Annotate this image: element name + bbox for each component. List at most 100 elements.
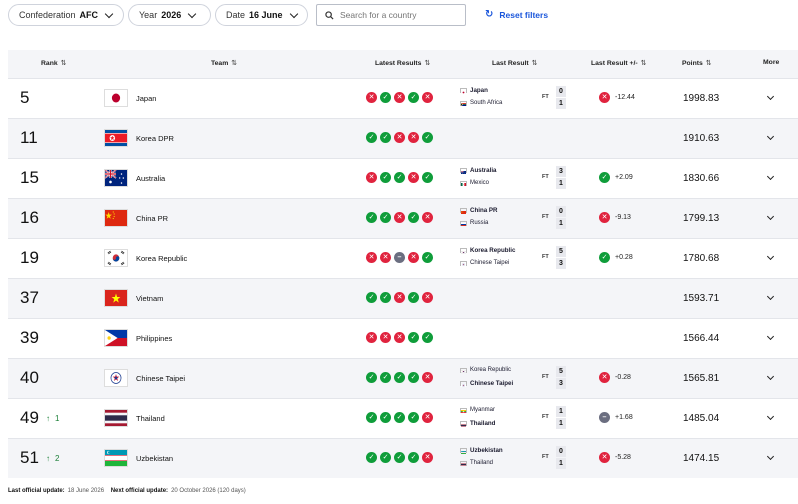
team-name[interactable]: Thailand — [136, 414, 165, 423]
expand-chevron-icon[interactable] — [766, 212, 775, 221]
thailand-flag-icon — [104, 409, 128, 427]
table-row[interactable]: 16 China PR ✓ ✓ ✕ ✓ ✕ China PR Russia FT 0 1 ✕ -9.13 1… — [8, 198, 798, 238]
win-icon: ✓ — [422, 252, 433, 263]
loss-icon: ✕ — [422, 412, 433, 423]
home-score: 0 — [556, 446, 566, 457]
team-label: Thailand — [470, 460, 494, 466]
table-row[interactable]: 15 Australia ✕ ✓ ✓ ✕ ✓ Australia Mexico FT 3 1 ✓ +2.0… — [8, 158, 798, 198]
away-score: 3 — [556, 378, 566, 389]
loss-icon: ✕ — [599, 212, 610, 223]
last-result[interactable]: Korea Republic Chinese Taipei FT 5 3 — [460, 366, 570, 392]
uzbekistan-flag-icon — [460, 448, 467, 454]
expand-chevron-icon[interactable] — [766, 412, 775, 421]
rank-header-label: Rank — [41, 60, 58, 67]
confederation-dropdown[interactable]: Confederation AFC — [8, 4, 124, 26]
team-label: Myanmar — [470, 407, 496, 413]
team-name[interactable]: Vietnam — [136, 294, 163, 303]
expand-chevron-icon[interactable] — [766, 172, 775, 181]
last-result-change-column-header[interactable]: Last Result +/- ⇅ — [591, 59, 647, 67]
table-row[interactable]: 5 Japan ✕ ✓ ✕ ✓ ✕ Japan South Africa FT 0 1 ✕ -12.44 1… — [8, 78, 798, 118]
win-icon: ✓ — [380, 92, 391, 103]
team-name[interactable]: Chinese Taipei — [136, 374, 185, 383]
loss-icon: ✕ — [422, 452, 433, 463]
points-change: ✓ +0.28 — [599, 252, 633, 263]
full-time-label: FT — [542, 254, 549, 260]
win-icon: ✓ — [366, 292, 377, 303]
away-team: Chinese Taipei — [460, 380, 513, 387]
points-value: 1593.71 — [683, 293, 720, 304]
table-row[interactable]: 49 ↑ 1 Thailand ✓ ✓ ✓ ✓ ✕ Myanmar Thailand FT 1 1– +1.… — [8, 398, 798, 438]
team-name[interactable]: Uzbekistan — [136, 454, 173, 463]
team-column-header[interactable]: Team ⇅ — [211, 59, 237, 67]
team-name[interactable]: China PR — [136, 214, 168, 223]
win-icon: ✓ — [366, 412, 377, 423]
team-name[interactable]: Japan — [136, 94, 156, 103]
table-row[interactable]: 11 Korea DPR ✓ ✓ ✕ ✕ ✓ 1910.63 — [8, 118, 798, 158]
table-row[interactable]: 19 Korea Republic ✕ ✕ – ✕ ✓ Korea Republic Chine… — [8, 238, 798, 278]
last-result[interactable]: Japan South Africa FT 0 1 — [460, 86, 570, 112]
expand-chevron-icon[interactable] — [766, 292, 775, 301]
table-row[interactable]: 37 Vietnam ✓ ✓ ✕ ✓ ✕ 1593.71 — [8, 278, 798, 318]
away-team: Thailand — [460, 460, 493, 466]
win-icon: ✓ — [380, 452, 391, 463]
next-update-value: 20 October 2026 (120 days) — [171, 488, 246, 494]
reset-filters-label: Reset filters — [499, 9, 549, 20]
year-value: 2026 — [161, 10, 182, 20]
date-dropdown[interactable]: Date 16 June — [215, 4, 308, 26]
latest-results: ✕ ✓ ✕ ✓ ✕ — [366, 92, 433, 103]
win-icon: ✓ — [408, 372, 419, 383]
away-team: South Africa — [460, 100, 502, 106]
points-change-value: -12.44 — [615, 94, 635, 101]
team-name[interactable]: Korea Republic — [136, 254, 187, 263]
vietnam-flag-icon — [104, 289, 128, 307]
rank-value: 11 — [20, 128, 38, 147]
last-result[interactable]: Uzbekistan Thailand FT 0 1 — [460, 446, 570, 472]
last-result-column-header[interactable]: Last Result ⇅ — [492, 59, 538, 67]
update-info: Last official update: 18 June 2026 Next o… — [8, 488, 246, 494]
confederation-label: Confederation — [19, 10, 76, 20]
away-score: 1 — [556, 418, 566, 429]
year-dropdown[interactable]: Year 2026 — [128, 4, 211, 26]
loss-icon: ✕ — [366, 332, 377, 343]
win-icon: ✓ — [380, 212, 391, 223]
rank-value: 39 — [20, 328, 39, 347]
expand-chevron-icon[interactable] — [766, 452, 775, 461]
expand-chevron-icon[interactable] — [766, 92, 775, 101]
expand-chevron-icon[interactable] — [766, 332, 775, 341]
loss-icon: ✕ — [394, 132, 405, 143]
loss-icon: ✕ — [394, 332, 405, 343]
table-row[interactable]: 39 Philippines ✕ ✕ ✕ ✓ ✓ 1566.44 — [8, 318, 798, 358]
reset-filters-button[interactable]: ↻ Reset filters — [485, 9, 548, 20]
draw-icon: – — [599, 412, 610, 423]
win-icon: ✓ — [380, 372, 391, 383]
win-icon: ✓ — [408, 412, 419, 423]
rank-column-header[interactable]: Rank ⇅ — [41, 59, 67, 67]
expand-chevron-icon[interactable] — [766, 252, 775, 261]
latest-results-column-header[interactable]: Latest Results ⇅ — [375, 59, 430, 67]
team-label: Korea Republic — [470, 247, 516, 254]
rank-change-up: ↑ 1 — [46, 414, 59, 423]
team-name[interactable]: Australia — [136, 174, 165, 183]
table-row[interactable]: 51 ↑ 2 Uzbekistan ✓ ✓ ✓ ✓ ✕ Uzbekistan Thailand FT 0… — [8, 438, 798, 478]
last-result[interactable]: Korea Republic Chinese Taipei FT 5 3 — [460, 246, 570, 272]
team-name[interactable]: Philippines — [136, 334, 172, 343]
win-icon: ✓ — [394, 412, 405, 423]
points-value: 1565.81 — [683, 373, 720, 384]
win-icon: ✓ — [394, 372, 405, 383]
team-label: South Africa — [470, 100, 503, 106]
last-result[interactable]: Australia Mexico FT 3 1 — [460, 166, 570, 192]
table-row[interactable]: 40 Chinese Taipei ✓ ✓ ✓ ✓ ✕ Korea Republic Chine… — [8, 358, 798, 398]
loss-icon: ✕ — [599, 452, 610, 463]
expand-chevron-icon[interactable] — [766, 372, 775, 381]
latest-results: ✓ ✓ ✓ ✓ ✕ — [366, 412, 433, 423]
last-result[interactable]: Myanmar Thailand FT 1 1 — [460, 406, 570, 432]
win-icon: ✓ — [422, 332, 433, 343]
win-icon: ✓ — [599, 252, 610, 263]
points-column-header[interactable]: Points ⇅ — [682, 59, 712, 67]
search-input[interactable] — [340, 10, 450, 20]
team-name[interactable]: Korea DPR — [136, 134, 174, 143]
expand-chevron-icon[interactable] — [766, 132, 775, 141]
rank-value: 51 — [20, 448, 39, 467]
uzbekistan-flag-icon — [104, 449, 128, 467]
last-result[interactable]: China PR Russia FT 0 1 — [460, 206, 570, 232]
